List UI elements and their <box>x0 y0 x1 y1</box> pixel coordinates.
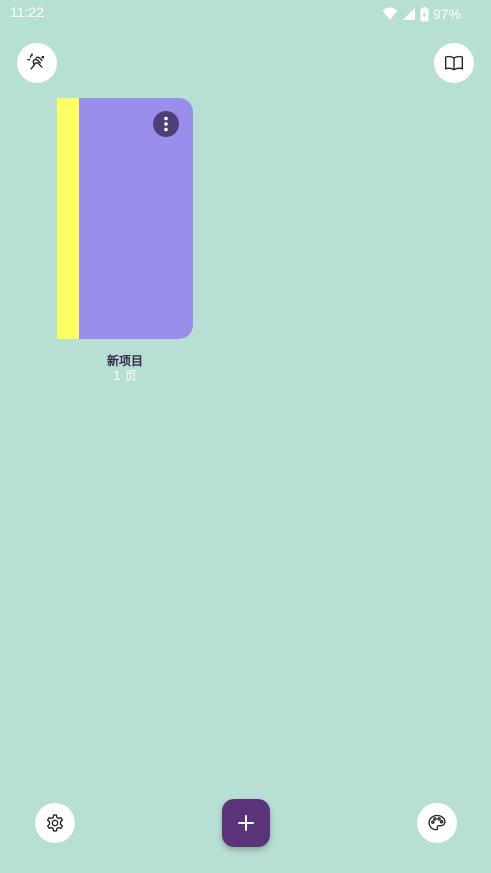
battery-icon <box>420 6 429 21</box>
more-vertical-icon <box>164 116 168 132</box>
notebook-card[interactable] <box>57 98 193 339</box>
status-time: 11:22 <box>10 4 44 20</box>
palette-icon <box>428 814 446 831</box>
add-notebook-button[interactable] <box>222 799 270 847</box>
notebook-spine <box>57 98 79 339</box>
magic-button[interactable] <box>17 43 57 83</box>
status-bar: 11:22 97% <box>0 0 491 28</box>
notebook-menu-button[interactable] <box>153 111 179 137</box>
battery-percent: 97% <box>432 6 461 22</box>
status-icons: 97% <box>382 5 461 23</box>
theme-button[interactable] <box>417 803 457 843</box>
cellular-signal-icon <box>402 8 415 20</box>
wifi-icon <box>382 7 398 20</box>
settings-button[interactable] <box>35 803 75 843</box>
book-open-icon <box>445 55 463 71</box>
notebook-page-count: 1 页 <box>113 369 137 383</box>
library-button[interactable] <box>434 43 474 83</box>
magic-wand-icon <box>27 53 45 70</box>
gear-icon <box>47 814 63 832</box>
plus-icon <box>238 815 254 831</box>
